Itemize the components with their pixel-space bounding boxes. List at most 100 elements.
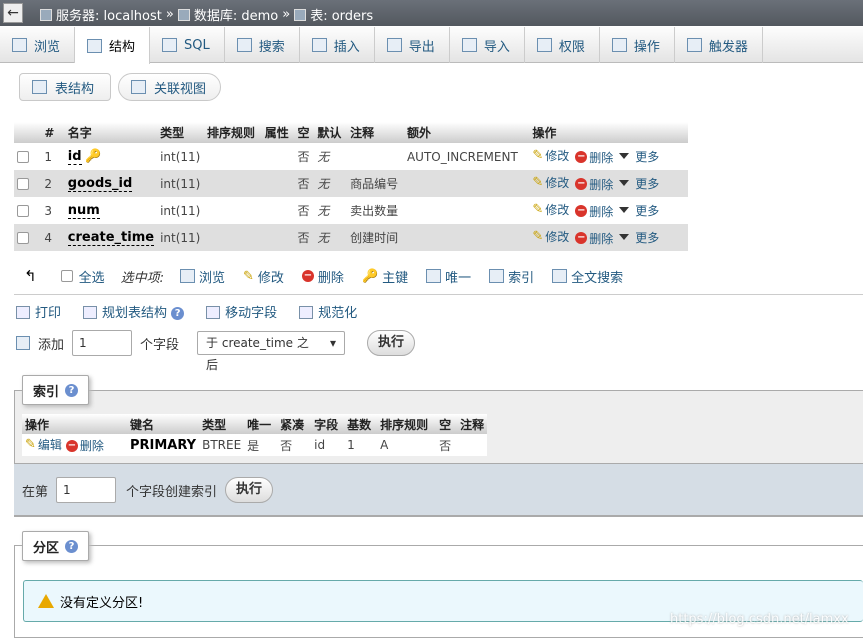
bulk-edit-button[interactable]: ✎ 修改 — [243, 267, 284, 286]
bulk-index-button[interactable]: 索引 — [489, 267, 534, 286]
subtab-structure[interactable]: 表结构 — [19, 73, 111, 101]
header-cell[interactable]: 注释 — [347, 122, 404, 143]
field-name[interactable]: create_time — [67, 230, 155, 246]
field-type: int(11) — [157, 197, 204, 224]
drop-button[interactable]: − 删除 — [575, 149, 613, 166]
help-icon[interactable]: ? — [171, 307, 185, 320]
header-cell[interactable]: 属性 — [261, 122, 295, 143]
tab-operations[interactable]: 操作 — [600, 27, 675, 63]
drop-label: 删除 — [589, 177, 614, 192]
tab-insert[interactable]: 插入 — [300, 27, 375, 63]
header-cell — [14, 122, 42, 143]
header-cell[interactable]: 类型 — [157, 122, 204, 143]
bulk-label: 全文搜索 — [571, 270, 624, 286]
tab-label: 触发器 — [708, 39, 748, 55]
index-actions: ✎ 编辑 − 删除 — [22, 434, 127, 456]
field-name[interactable]: id — [67, 149, 82, 165]
tab-import[interactable]: 导入 — [450, 27, 525, 63]
bulk-primary-button[interactable]: 🔑 主键 — [362, 267, 408, 286]
edit-button[interactable]: ✎ 修改 — [532, 228, 569, 245]
add-count-input[interactable]: 1 — [72, 330, 133, 356]
header-cell[interactable]: 排序规则 — [204, 122, 262, 143]
more-dropdown[interactable]: 更多 — [619, 229, 659, 246]
fulltext-icon — [552, 269, 568, 283]
row-actions: ✎ 修改 − 删除 更多 — [529, 170, 688, 197]
index-null: 否 — [436, 434, 458, 456]
add-fields-label: 个字段 — [140, 337, 180, 353]
print-button[interactable]: 打印 — [16, 302, 61, 321]
field-null: 否 — [294, 197, 315, 224]
bulk-label: 主键 — [382, 270, 409, 286]
row-checkbox[interactable] — [17, 178, 29, 190]
breadcrumb-database[interactable]: 数据库: demo — [194, 5, 278, 24]
breadcrumb-server[interactable]: 服务器: localhost — [56, 5, 162, 24]
partitions-title: 分区 — [33, 540, 60, 556]
tab-browse[interactable]: 浏览 — [0, 27, 76, 63]
selection-bar: ↰ 全选 选中项: 浏览 ✎ 修改 − 删除 🔑 主键 唯一 索引 全文搜索 — [24, 266, 635, 286]
bulk-fulltext-button[interactable]: 全文搜索 — [552, 267, 623, 286]
index-unique: 是 — [244, 434, 278, 456]
more-dropdown[interactable]: 更多 — [619, 202, 659, 219]
tab-structure[interactable]: 结构 — [75, 27, 151, 64]
field-name[interactable]: goods_id — [67, 176, 133, 192]
tab-label: 插入 — [333, 39, 360, 55]
edit-button[interactable]: ✎ 修改 — [532, 174, 569, 191]
normalize-button[interactable]: 规范化 — [299, 302, 357, 321]
check-all-label[interactable]: 全选 — [79, 267, 105, 286]
index-drop-button[interactable]: − 删除 — [65, 437, 104, 454]
tab-privileges[interactable]: 权限 — [525, 27, 600, 63]
header-cell[interactable]: 名字 — [64, 122, 158, 143]
tab-label: SQL — [184, 37, 210, 53]
drop-button[interactable]: − 删除 — [575, 230, 613, 247]
add-go-button[interactable]: 执行 — [367, 330, 416, 356]
more-dropdown[interactable]: 更多 — [619, 148, 659, 165]
export-icon — [386, 38, 402, 52]
subtab-relation-view[interactable]: 关联视图 — [118, 73, 221, 101]
bulk-browse-button[interactable]: 浏览 — [179, 267, 225, 286]
field-name[interactable]: num — [67, 203, 100, 219]
header-cell[interactable]: 空 — [294, 122, 315, 143]
triggers-icon — [686, 38, 702, 52]
drop-button[interactable]: − 删除 — [575, 203, 613, 220]
warning-icon — [38, 594, 54, 608]
primary-key-icon: 🔑 — [85, 149, 102, 164]
back-arrow-icon[interactable]: ← — [3, 3, 23, 23]
row-checkbox[interactable] — [17, 205, 29, 217]
header-cell[interactable]: # — [41, 122, 65, 143]
edit-button[interactable]: ✎ 修改 — [532, 201, 569, 218]
primary-key-icon: 🔑 — [361, 268, 379, 284]
header-cell: 注释 — [457, 414, 488, 434]
tab-export[interactable]: 导出 — [375, 27, 450, 63]
tab-search[interactable]: 搜索 — [225, 27, 300, 63]
indexes-title: 索引 — [33, 384, 60, 400]
tab-sql[interactable]: SQL — [150, 27, 225, 63]
create-index-count-input[interactable]: 1 — [56, 477, 117, 503]
propose-structure-button[interactable]: 规划表结构 ? — [83, 302, 185, 321]
help-icon[interactable]: ? — [65, 383, 79, 397]
header-cell: 类型 — [199, 414, 245, 434]
breadcrumb-table[interactable]: 表: orders — [310, 5, 373, 24]
position-select[interactable]: 于 create_time 之后 ▾ — [197, 331, 346, 372]
help-icon[interactable]: ? — [65, 539, 79, 553]
table-row: 4 create_time int(11) 否 无 创建时间 ✎ 修改 − 删除 更多 — [14, 224, 688, 251]
field-null: 否 — [294, 170, 315, 197]
drop-button[interactable]: − 删除 — [575, 176, 613, 193]
header-cell[interactable]: 额外 — [403, 122, 530, 143]
header-cell[interactable]: 默认 — [314, 122, 348, 143]
check-all-checkbox[interactable] — [60, 270, 73, 282]
select-arrow-icon: ▾ — [330, 336, 337, 350]
more-dropdown[interactable]: 更多 — [619, 175, 659, 192]
unique-icon — [426, 269, 442, 283]
bulk-drop-button[interactable]: − 删除 — [301, 267, 344, 286]
add-columns-row: 添加 1 个字段 于 create_time 之后 ▾ 执行 — [16, 330, 416, 372]
row-checkbox[interactable] — [17, 232, 29, 244]
index-edit-button[interactable]: ✎ 编辑 — [25, 436, 62, 453]
watermark: https://blog.csdn.net/lamxx — [670, 612, 849, 627]
edit-button[interactable]: ✎ 修改 — [532, 147, 569, 164]
row-checkbox[interactable] — [17, 151, 29, 163]
tab-triggers[interactable]: 触发器 — [675, 27, 763, 63]
create-index-go-button[interactable]: 执行 — [225, 477, 274, 503]
sql-icon — [162, 38, 178, 52]
move-columns-button[interactable]: 移动字段 — [206, 302, 277, 321]
bulk-unique-button[interactable]: 唯一 — [426, 267, 471, 286]
